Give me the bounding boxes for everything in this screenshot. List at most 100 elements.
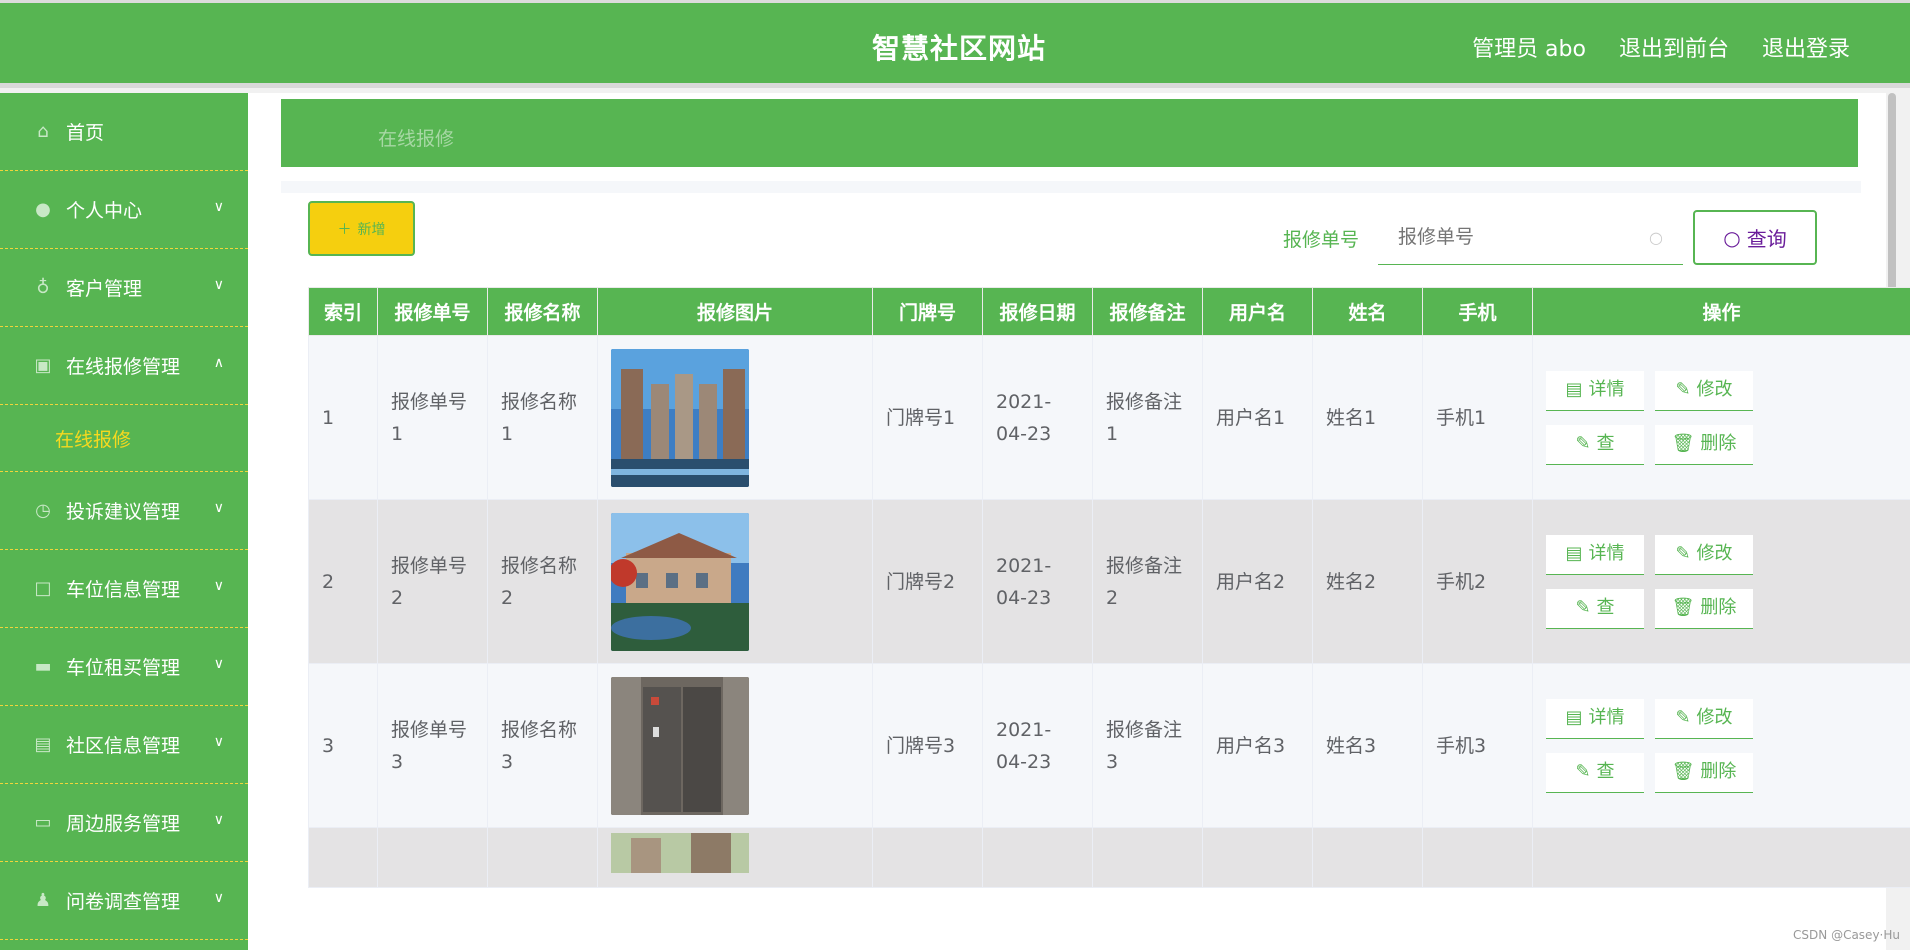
view-label: 查 bbox=[1596, 597, 1615, 618]
detail-button[interactable]: ▤ 详情 bbox=[1546, 370, 1644, 411]
chevron-down-icon: ∨ bbox=[213, 734, 224, 750]
col-header: 用户名 bbox=[1202, 287, 1313, 336]
edit-button[interactable]: ✎ 修改 bbox=[1655, 534, 1753, 575]
col-header: 索引 bbox=[308, 287, 378, 336]
delete-label: 删除 bbox=[1700, 761, 1737, 782]
cell-index: 1 bbox=[308, 335, 378, 500]
view-button[interactable]: ✎ 查 bbox=[1546, 588, 1644, 629]
table-row bbox=[308, 827, 1910, 888]
sidebar-item-parking-rent[interactable]: ▬ 车位租买管理 ∨ bbox=[0, 628, 248, 706]
pencil-icon: ✎ bbox=[1675, 543, 1691, 564]
cell-note: 报修备注1 bbox=[1092, 335, 1203, 500]
search-icon: ○ bbox=[1649, 228, 1663, 247]
cell-empty bbox=[1312, 827, 1423, 888]
logout-link[interactable]: 退出登录 bbox=[1762, 31, 1850, 63]
edit-label: 修改 bbox=[1696, 707, 1733, 728]
cell-phone: 手机2 bbox=[1422, 499, 1533, 664]
document-icon: ▤ bbox=[1565, 543, 1583, 564]
cell-fullname: 姓名3 bbox=[1312, 663, 1423, 828]
delete-button[interactable]: 🗑 删除 bbox=[1655, 588, 1753, 629]
sidebar-subitem-online-repair[interactable]: 在线报修 bbox=[0, 405, 248, 472]
cell-empty bbox=[1202, 827, 1313, 888]
person-icon: ♟ bbox=[34, 889, 52, 911]
sidebar-item-repair[interactable]: ▣ 在线报修管理 ∧ bbox=[0, 327, 248, 405]
view-button[interactable]: ✎ 查 bbox=[1546, 752, 1644, 793]
cell-phone: 手机1 bbox=[1422, 335, 1533, 500]
cell-username: 用户名3 bbox=[1202, 663, 1313, 828]
sidebar-subitem-label: 在线报修 bbox=[55, 428, 132, 451]
search-input-wrapper: ○ bbox=[1378, 211, 1683, 265]
add-button-label: 新增 bbox=[357, 221, 386, 238]
table-header-row: 索引 报修单号 报修名称 报修图片 门牌号 报修日期 报修备注 用户名 姓名 手… bbox=[308, 287, 1910, 336]
trash-icon: 🗑 bbox=[1671, 433, 1695, 454]
breadcrumb-current: 在线报修 bbox=[378, 128, 455, 150]
col-header: 报修备注 bbox=[1092, 287, 1203, 336]
chevron-down-icon: ∨ bbox=[213, 500, 224, 516]
col-header: 报修图片 bbox=[597, 287, 873, 336]
table-row: 2 报修单号2 报修名称2 门牌号2 2021-04-23 报修备注2 用户名2… bbox=[308, 499, 1910, 664]
view-label: 查 bbox=[1596, 433, 1615, 454]
clock-icon: ◷ bbox=[35, 499, 51, 521]
search-input[interactable] bbox=[1378, 211, 1638, 263]
cell-index: 3 bbox=[308, 663, 378, 828]
sidebar-item-survey[interactable]: ♟ 问卷调查管理 ∨ bbox=[0, 862, 248, 940]
chevron-down-icon: ∨ bbox=[213, 656, 224, 672]
trash-icon: 🗑 bbox=[1671, 597, 1695, 618]
detail-button[interactable]: ▤ 详情 bbox=[1546, 534, 1644, 575]
col-header: 报修名称 bbox=[487, 287, 598, 336]
edit-button[interactable]: ✎ 修改 bbox=[1655, 370, 1753, 411]
chevron-down-icon: ∨ bbox=[213, 199, 224, 215]
detail-button[interactable]: ▤ 详情 bbox=[1546, 698, 1644, 739]
repair-image bbox=[611, 676, 749, 815]
cell-image bbox=[597, 499, 873, 664]
sidebar-item-nearby-service[interactable]: ▭ 周边服务管理 ∨ bbox=[0, 784, 248, 862]
cell-empty bbox=[377, 827, 488, 888]
sidebar-item-parking-info[interactable]: □ 车位信息管理 ∨ bbox=[0, 550, 248, 628]
home-icon: ⌂ bbox=[37, 120, 49, 142]
col-header: 报修单号 bbox=[377, 287, 488, 336]
sidebar-item-personal-center[interactable]: ● 个人中心 ∨ bbox=[0, 171, 248, 249]
delete-button[interactable]: 🗑 删除 bbox=[1655, 752, 1753, 793]
cell-fullname: 姓名1 bbox=[1312, 335, 1423, 500]
cell-door: 门牌号3 bbox=[872, 663, 983, 828]
sidebar-item-customer[interactable]: ♁ 客户管理 ∨ bbox=[0, 249, 248, 327]
cell-date: 2021-04-23 bbox=[982, 499, 1093, 664]
cell-image bbox=[597, 827, 873, 888]
cell-repair-no: 报修单号3 bbox=[377, 663, 488, 828]
search-label: 报修单号 bbox=[1283, 229, 1360, 251]
cell-repair-name: 报修名称1 bbox=[487, 335, 598, 500]
repair-image bbox=[611, 832, 749, 873]
cell-index: 2 bbox=[308, 499, 378, 664]
cell-image bbox=[597, 663, 873, 828]
cell-empty bbox=[1532, 827, 1910, 888]
car-icon: ▬ bbox=[34, 655, 52, 677]
cell-repair-name: 报修名称3 bbox=[487, 663, 598, 828]
sidebar-item-label: 车位信息管理 bbox=[66, 579, 181, 601]
sidebar-item-community-info[interactable]: ▤ 社区信息管理 ∨ bbox=[0, 706, 248, 784]
add-button[interactable]: ＋ 新增 bbox=[308, 201, 415, 256]
query-button-label: 查询 bbox=[1746, 227, 1787, 251]
delete-button[interactable]: 🗑 删除 bbox=[1655, 424, 1753, 465]
cell-door: 门牌号1 bbox=[872, 335, 983, 500]
cell-repair-no: 报修单号2 bbox=[377, 499, 488, 664]
edit-label: 修改 bbox=[1696, 379, 1733, 400]
chevron-down-icon: ∨ bbox=[213, 578, 224, 594]
repair-image bbox=[611, 348, 749, 487]
search-icon: ○ bbox=[1723, 225, 1741, 250]
chevron-down-icon: ∨ bbox=[213, 812, 224, 828]
pencil-icon: ✎ bbox=[1575, 433, 1591, 454]
sidebar-item-complaint[interactable]: ◷ 投诉建议管理 ∨ bbox=[0, 472, 248, 550]
sidebar-item-home[interactable]: ⌂ 首页 bbox=[0, 93, 248, 171]
cell-empty bbox=[487, 827, 598, 888]
back-to-front-link[interactable]: 退出到前台 bbox=[1619, 31, 1729, 63]
watermark: CSDN @Casey·Hu bbox=[1793, 928, 1900, 942]
pencil-icon: ✎ bbox=[1675, 707, 1691, 728]
sidebar-item-label: 车位租买管理 bbox=[66, 657, 181, 679]
edit-button[interactable]: ✎ 修改 bbox=[1655, 698, 1753, 739]
pencil-icon: ✎ bbox=[1675, 379, 1691, 400]
cell-fullname: 姓名2 bbox=[1312, 499, 1423, 664]
view-button[interactable]: ✎ 查 bbox=[1546, 424, 1644, 465]
cell-date: 2021-04-23 bbox=[982, 663, 1093, 828]
query-button[interactable]: ○ 查询 bbox=[1693, 210, 1817, 265]
col-header: 报修日期 bbox=[982, 287, 1093, 336]
